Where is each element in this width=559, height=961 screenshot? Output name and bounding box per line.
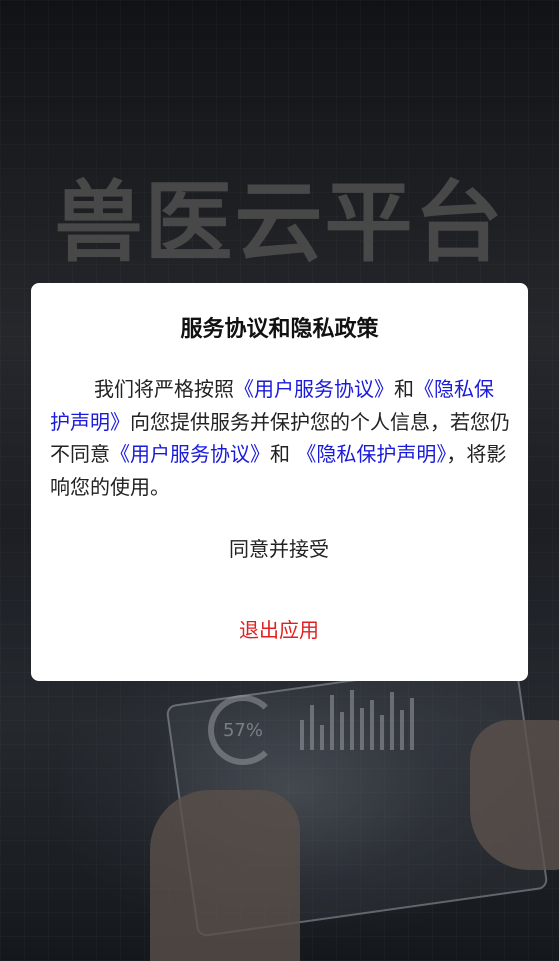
body-text: 和 [394, 377, 414, 401]
body-text: 和 [270, 442, 297, 466]
user-agreement-link[interactable]: 《用户服务协议》 [234, 377, 394, 401]
dialog-title: 服务协议和隐私政策 [180, 317, 379, 342]
agree-button[interactable]: 同意并接受 [179, 529, 379, 569]
user-agreement-link[interactable]: 《用户服务协议》 [110, 442, 270, 466]
body-text: 我们将严格按照 [94, 377, 234, 401]
privacy-statement-link[interactable]: 《隐私保护声明》 [296, 442, 446, 466]
exit-app-button[interactable]: 退出应用 [179, 610, 379, 650]
dialog-body: 我们将严格按照《用户服务协议》和《隐私保护声明》向您提供服务并保护您的个人信息，… [50, 373, 512, 503]
privacy-dialog: 服务协议和隐私政策 我们将严格按照《用户服务协议》和《隐私保护声明》向您提供服务… [31, 283, 528, 681]
splash-screen: 兽医云平台 57% 服务协议和隐私政策 我们将严格按照《用户服务协议》和《隐私保… [0, 0, 559, 961]
